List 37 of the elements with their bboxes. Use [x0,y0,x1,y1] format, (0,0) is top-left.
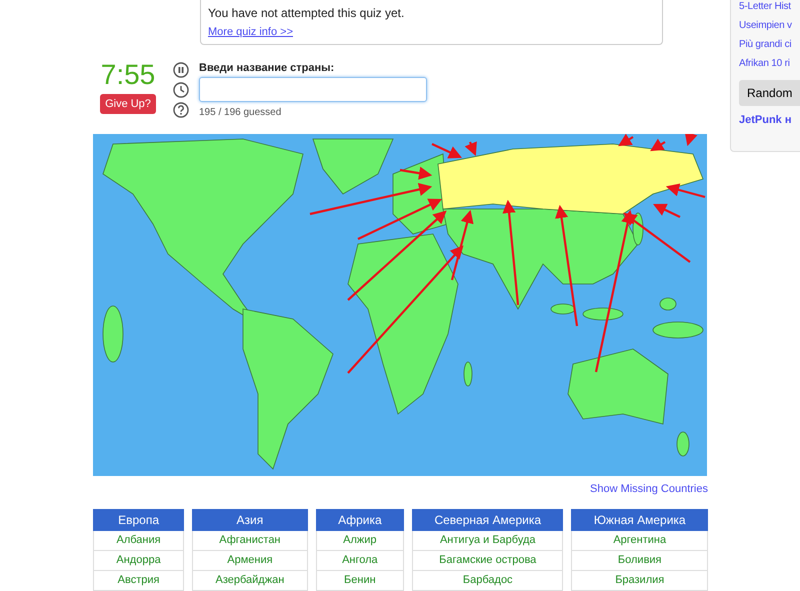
sidebar-link[interactable]: Useimpien v [739,20,800,34]
sidebar-link[interactable]: Afrikan 10 ri [739,58,800,72]
clock-icon[interactable] [173,82,189,98]
table-cell: Багамские острова [412,551,564,571]
table-cell: Боливия [571,551,708,571]
help-icon[interactable] [173,102,189,118]
pause-icon[interactable] [173,62,189,78]
table-cell: Бразилия [571,571,708,591]
progress-text: 195 / 196 guessed [199,107,282,118]
table-cell: Барбадос [412,571,564,591]
table-cell: Афганистан [192,531,308,551]
table-cell: Ангола [316,551,404,571]
column-header: Азия [192,509,308,531]
table-cell: Австрия [93,571,184,591]
table-cell: Алжир [316,531,404,551]
sidebar-heading: JetPunk н [739,114,792,126]
table-cell: Бенин [316,571,404,591]
table-cell: Армения [192,551,308,571]
column-header: Европа [93,509,184,531]
show-missing-link[interactable]: Show Missing Countries [590,483,708,495]
give-up-button[interactable]: Give Up? [100,94,156,114]
more-info-link[interactable]: More quiz info >> [208,26,293,38]
sidebar-link[interactable]: Più grandi ci [739,39,800,53]
table-cell: Албания [93,531,184,551]
answer-field[interactable] [199,77,427,102]
random-button[interactable]: Random [739,80,800,106]
column-header: Африка [316,509,404,531]
timer: 7:55 [100,59,156,91]
prompt-label: Введи название страны: [199,62,336,74]
table-cell: Антигуа и Барбуда [412,531,564,551]
table-cell: Азербайджан [192,571,308,591]
column-header: Южная Америка [571,509,708,531]
sidebar-link[interactable]: 5-Letter Hist [739,1,800,15]
quiz-status-text: You have not attempted this quiz yet. [208,6,406,22]
table-cell: Андорра [93,551,184,571]
table-cell: Аргентина [571,531,708,551]
column-header: Северная Америка [412,509,564,531]
